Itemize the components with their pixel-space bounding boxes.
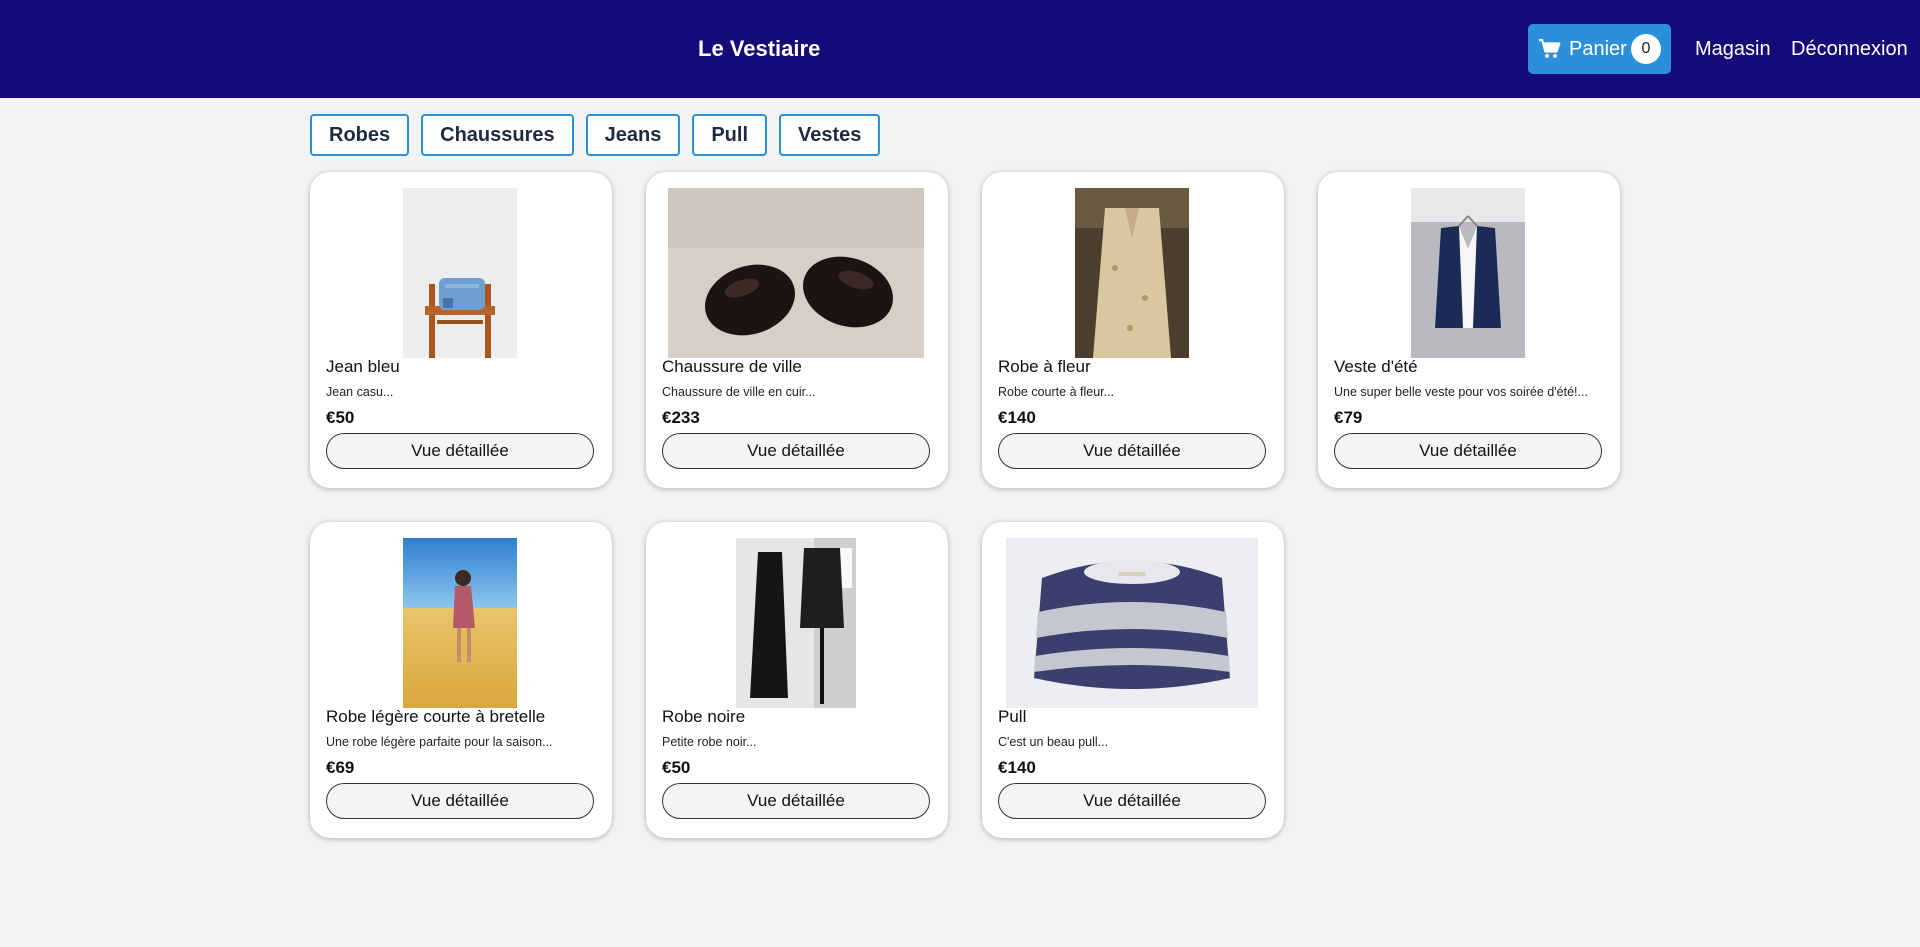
product-card: Pull C'est un beau pull... €140 Vue déta… [982,522,1284,838]
product-description: Robe courte à fleur... [998,385,1115,399]
product-title[interactable]: Pull [998,707,1026,727]
filter-robes-button[interactable]: Robes [310,114,410,156]
product-price: €50 [326,408,355,427]
product-title[interactable]: Veste d'été [1334,357,1418,377]
brand-title[interactable]: Le Vestiaire [698,36,820,62]
shopping-cart-icon [1539,38,1561,58]
product-description: C'est un beau pull... [998,735,1109,749]
product-title[interactable]: Chaussure de ville [662,357,802,377]
product-description: Chaussure de ville en cuir... [662,385,816,399]
product-image [736,538,856,708]
product-image [1006,538,1258,708]
product-card: Robe noire Petite robe noir... €50 Vue d… [646,522,948,838]
product-description: Une robe légère parfaite pour la saison.… [326,735,553,749]
product-description: Petite robe noir... [662,735,757,749]
product-price: €69 [326,758,355,777]
product-card: Veste d'été Une super belle veste pour v… [1318,172,1620,488]
view-details-button[interactable]: Vue détaillée [1334,433,1602,469]
view-details-button[interactable]: Vue détaillée [326,783,594,819]
product-card: Jean bleu Jean casu... €50 Vue détaillée [310,172,612,488]
view-details-button[interactable]: Vue détaillée [662,783,930,819]
cart-button[interactable]: Panier 0 [1528,24,1671,74]
product-image [1411,188,1525,358]
view-details-button[interactable]: Vue détaillée [998,783,1266,819]
product-description: Une super belle veste pour vos soirée d'… [1334,385,1588,399]
nav-link-magasin[interactable]: Magasin [1695,38,1771,61]
product-title[interactable]: Robe légère courte à bretelle [326,707,545,727]
filter-pull-button[interactable]: Pull [692,114,768,156]
product-image [403,188,517,358]
cart-label: Panier [1569,37,1627,60]
product-title[interactable]: Jean bleu [326,357,400,377]
product-image [403,538,517,708]
product-card: Robe légère courte à bretelle Une robe l… [310,522,612,838]
product-description: Jean casu... [326,385,394,399]
product-card: Robe à fleur Robe courte à fleur... €140… [982,172,1284,488]
view-details-button[interactable]: Vue détaillée [998,433,1266,469]
product-card: Chaussure de ville Chaussure de ville en… [646,172,948,488]
filter-chaussures-button[interactable]: Chaussures [421,114,574,156]
product-price: €50 [662,758,691,777]
product-title[interactable]: Robe noire [662,707,745,727]
product-price: €140 [998,408,1036,427]
filter-vestes-button[interactable]: Vestes [779,114,881,156]
top-navbar: Le Vestiaire Panier 0 Magasin Déconnexio… [0,0,1920,98]
product-price: €79 [1334,408,1363,427]
product-price: €140 [998,758,1036,777]
view-details-button[interactable]: Vue détaillée [326,433,594,469]
product-image [1075,188,1189,358]
product-price: €233 [662,408,700,427]
cart-count-badge: 0 [1631,34,1661,64]
filter-jeans-button[interactable]: Jeans [585,114,681,156]
category-filter-bar: Robes Chaussures Jeans Pull Vestes [310,114,881,156]
product-title[interactable]: Robe à fleur [998,357,1091,377]
view-details-button[interactable]: Vue détaillée [662,433,930,469]
product-image [668,188,924,358]
nav-link-deconnexion[interactable]: Déconnexion [1791,38,1908,61]
